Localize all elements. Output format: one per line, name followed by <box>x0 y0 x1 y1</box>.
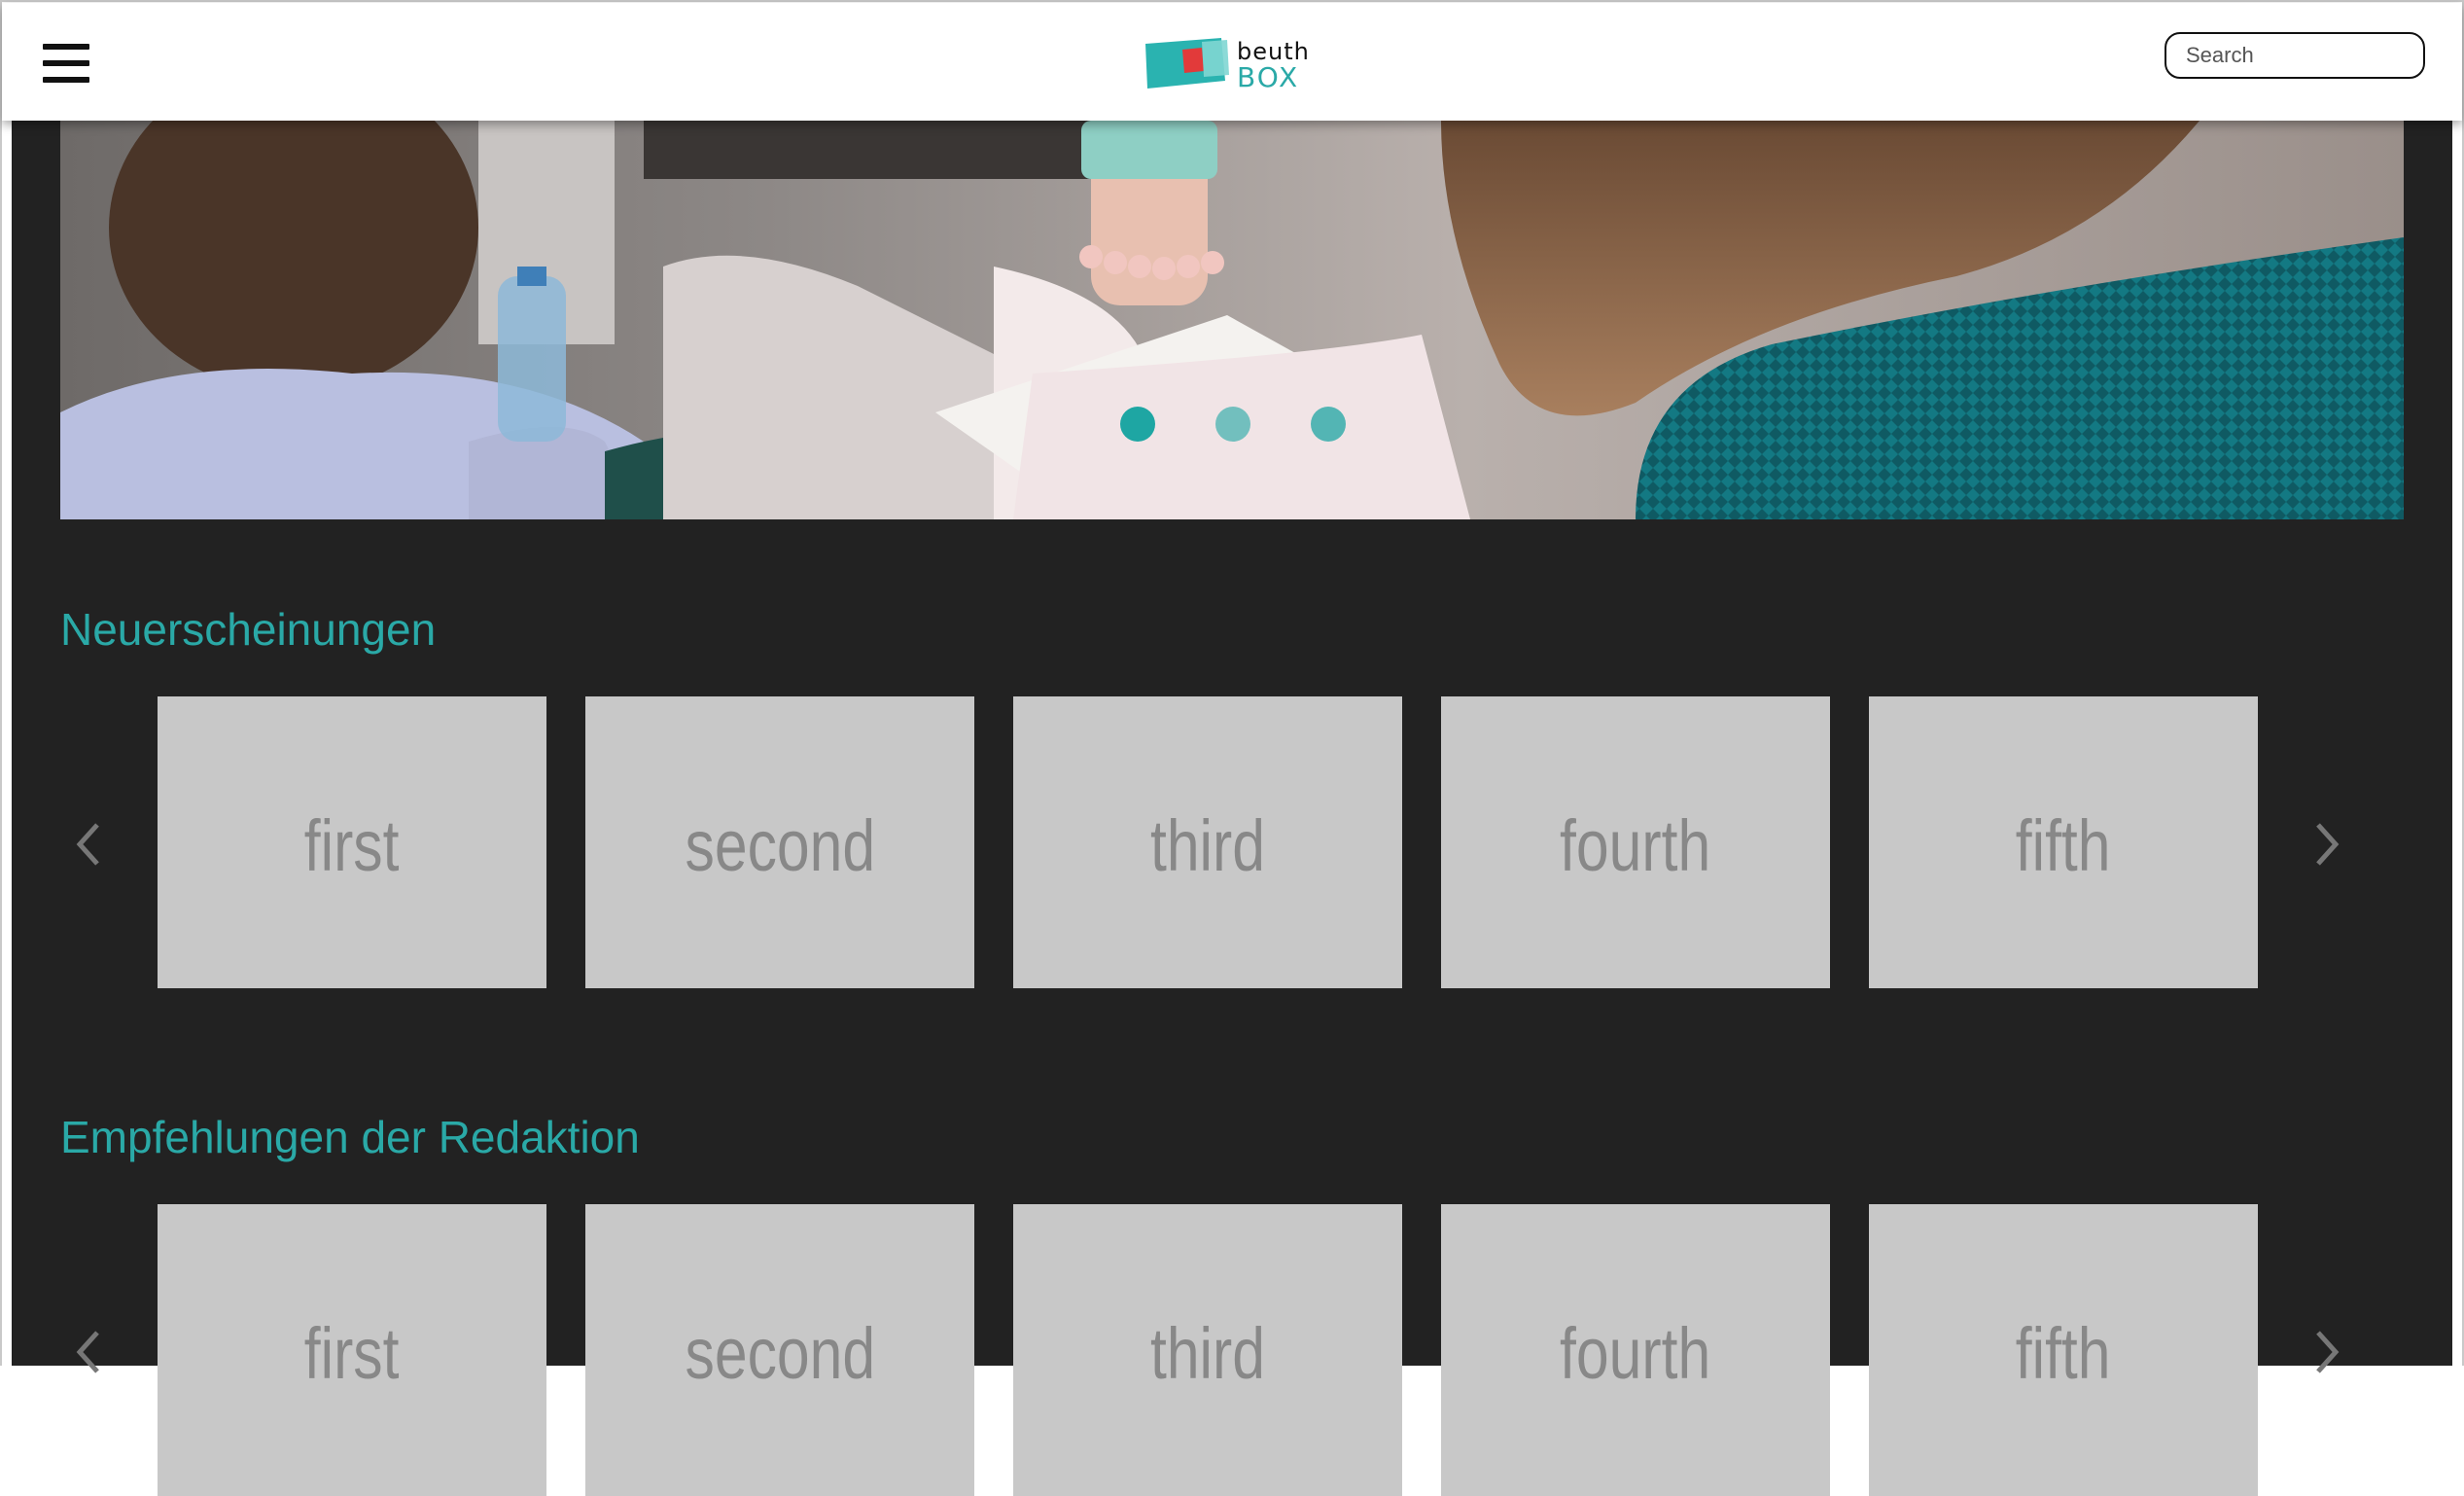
section-title-empfehlungen: Empfehlungen der Redaktion <box>60 1112 640 1162</box>
carousel-dot-2[interactable] <box>1215 407 1250 442</box>
card[interactable]: third <box>1013 1204 1402 1496</box>
card[interactable]: second <box>585 696 974 988</box>
logo-text-box: BOX <box>1237 61 1300 93</box>
card-label: first <box>304 804 400 886</box>
carousel-next-arrow-icon[interactable] <box>2306 1323 2345 1381</box>
card-label: fifth <box>2016 1312 2111 1394</box>
beuthbox-logo[interactable]: beuth BOX <box>1144 32 1320 93</box>
card-label: second <box>685 1312 875 1394</box>
card[interactable]: fifth <box>1869 696 2258 988</box>
card[interactable]: second <box>585 1204 974 1496</box>
search-input[interactable] <box>2165 32 2425 79</box>
carousel-prev-arrow-icon[interactable] <box>70 1323 109 1381</box>
card-label: third <box>1149 804 1266 886</box>
card[interactable]: fourth <box>1441 696 1830 988</box>
card-label: fifth <box>2016 804 2111 886</box>
hamburger-menu-icon[interactable] <box>43 44 89 83</box>
card[interactable]: first <box>158 696 546 988</box>
hero-carousel <box>60 121 2404 519</box>
top-navbar: beuth BOX <box>2 3 2462 121</box>
card-label: fourth <box>1560 804 1711 886</box>
card-label: second <box>685 804 875 886</box>
card-label: first <box>304 1312 400 1394</box>
section-title-neuerscheinungen: Neuerscheinungen <box>60 604 437 655</box>
card[interactable]: fourth <box>1441 1204 1830 1496</box>
card-label: fourth <box>1560 1312 1711 1394</box>
card[interactable]: third <box>1013 696 1402 988</box>
card-label: third <box>1149 1312 1266 1394</box>
logo-mark-icon <box>1145 38 1229 89</box>
carousel-prev-arrow-icon[interactable] <box>70 815 109 873</box>
card[interactable]: first <box>158 1204 546 1496</box>
card[interactable]: fifth <box>1869 1204 2258 1496</box>
carousel-dot-3[interactable] <box>1311 407 1346 442</box>
carousel-dot-1[interactable] <box>1120 407 1155 442</box>
carousel-indicators <box>60 121 2404 519</box>
carousel-next-arrow-icon[interactable] <box>2306 815 2345 873</box>
